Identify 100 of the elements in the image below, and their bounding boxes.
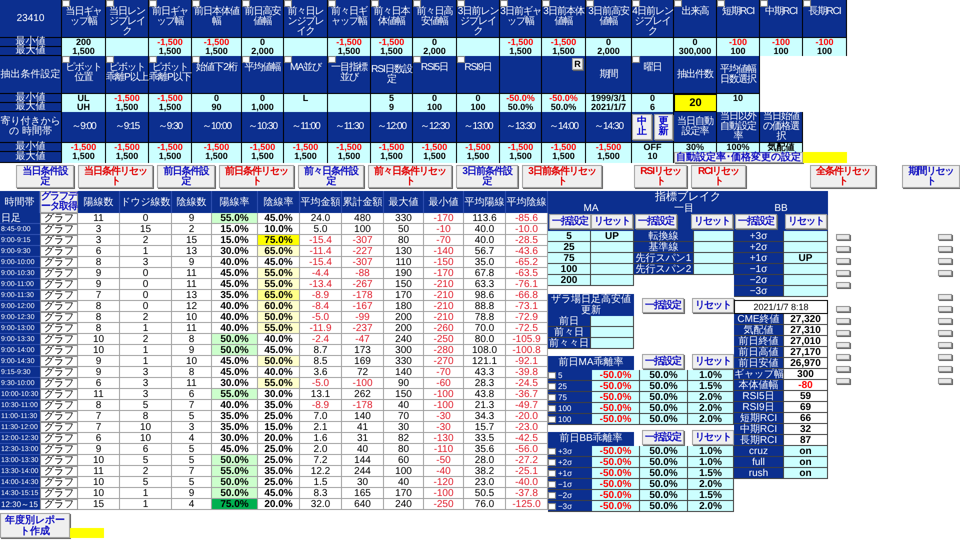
graph-button[interactable]: グラフ — [40, 224, 78, 235]
control-button[interactable]: 中止 — [632, 114, 652, 140]
graph-button[interactable]: グラフ — [40, 367, 78, 378]
checkbox[interactable] — [413, 0, 421, 7]
graph-button[interactable]: グラフ — [40, 466, 78, 477]
condition-button[interactable]: RCIリセット — [691, 165, 746, 188]
small-button[interactable] — [836, 270, 850, 276]
checkbox[interactable] — [149, 56, 157, 63]
checkbox[interactable] — [106, 56, 114, 63]
graph-button[interactable]: グラフ — [40, 334, 78, 345]
small-button[interactable] — [836, 366, 850, 372]
checkbox[interactable] — [548, 404, 556, 412]
small-button[interactable] — [836, 342, 850, 348]
condition-button[interactable]: 前々日条件リセット — [368, 165, 452, 188]
small-button[interactable] — [938, 354, 952, 360]
graph-button[interactable]: グラフ — [40, 422, 78, 433]
checkbox[interactable] — [632, 56, 640, 63]
graph-button[interactable]: グラフ — [40, 323, 78, 334]
small-button[interactable] — [836, 306, 850, 312]
condition-button[interactable]: 当日条件設定 — [16, 165, 74, 188]
checkbox[interactable] — [149, 0, 157, 7]
checkbox[interactable] — [548, 502, 556, 510]
small-button[interactable] — [938, 342, 952, 348]
panel-button[interactable]: リセット — [692, 298, 734, 313]
checkbox[interactable] — [457, 56, 465, 63]
checkbox[interactable] — [632, 0, 640, 7]
small-button[interactable] — [938, 330, 952, 336]
small-button[interactable] — [938, 258, 952, 264]
graph-button[interactable]: グラフ — [40, 268, 78, 279]
checkbox[interactable] — [717, 0, 725, 7]
small-button[interactable] — [938, 306, 952, 312]
panel-button[interactable]: 一括設定 — [642, 354, 684, 369]
graph-button[interactable]: グラフ — [40, 455, 78, 466]
graph-button[interactable]: グラフ — [40, 411, 78, 422]
condition-button[interactable]: 期間リセット — [902, 165, 960, 188]
checkbox[interactable] — [413, 56, 421, 63]
checkbox[interactable] — [328, 0, 336, 7]
small-button[interactable] — [938, 378, 952, 384]
graph-button[interactable]: グラフ — [40, 400, 78, 411]
checkbox[interactable] — [548, 480, 556, 488]
panel-button[interactable]: 一括設定 — [642, 298, 684, 313]
graph-data-button[interactable]: グラフデータ取得 — [40, 191, 78, 213]
graph-button[interactable]: グラフ — [40, 499, 78, 510]
small-button[interactable] — [836, 330, 850, 336]
small-button[interactable] — [938, 246, 952, 252]
checkbox[interactable] — [457, 0, 465, 7]
checkbox[interactable] — [548, 372, 556, 378]
condition-button[interactable]: 全条件リセット — [810, 165, 876, 188]
checkbox[interactable] — [548, 492, 556, 498]
small-button[interactable] — [836, 258, 850, 264]
checkbox[interactable] — [328, 56, 336, 63]
condition-button[interactable]: 前日条件設定 — [156, 165, 215, 188]
small-button[interactable] — [836, 246, 850, 252]
panel-button[interactable]: リセット — [692, 354, 734, 369]
condition-button[interactable]: 3日前条件リセット — [522, 165, 602, 188]
checkbox[interactable] — [284, 0, 292, 7]
graph-button[interactable]: グラフ — [40, 246, 78, 257]
checkbox[interactable] — [371, 0, 379, 7]
checkbox[interactable] — [284, 56, 292, 63]
checkbox[interactable] — [760, 0, 768, 7]
graph-button[interactable]: グラフ — [40, 378, 78, 389]
panel-button[interactable]: リセット — [692, 430, 734, 445]
checkbox[interactable] — [548, 394, 556, 400]
panel-button[interactable]: リセット — [785, 214, 827, 229]
checkbox[interactable] — [803, 0, 811, 7]
graph-button[interactable]: グラフ — [40, 290, 78, 301]
checkbox[interactable] — [548, 448, 556, 454]
condition-button[interactable]: 前々日条件設定 — [298, 165, 364, 188]
graph-button[interactable]: グラフ — [40, 444, 78, 455]
checkbox[interactable] — [542, 0, 550, 7]
graph-button[interactable]: グラフ — [40, 235, 78, 246]
checkbox[interactable] — [192, 0, 200, 7]
checkbox[interactable] — [548, 416, 556, 422]
panel-button[interactable]: 一括設定 — [735, 214, 777, 229]
checkbox[interactable] — [586, 0, 594, 7]
graph-button[interactable]: グラフ — [40, 279, 78, 290]
r-button[interactable]: R — [572, 58, 583, 70]
graph-button[interactable]: グラフ — [40, 301, 78, 312]
small-button[interactable] — [836, 234, 850, 240]
graph-button[interactable]: グラフ — [40, 213, 78, 224]
panel-button[interactable]: リセット — [691, 214, 733, 229]
settings-button[interactable]: 自動設定率･価格変更の設定 — [674, 152, 803, 163]
checkbox[interactable] — [548, 458, 556, 466]
graph-button[interactable]: グラフ — [40, 356, 78, 367]
small-button[interactable] — [836, 282, 850, 288]
panel-button[interactable]: リセット — [591, 214, 633, 229]
panel-button[interactable]: 一括設定 — [549, 214, 591, 229]
panel-button[interactable]: 一括設定 — [635, 214, 677, 229]
condition-button[interactable]: RSIリセット — [634, 165, 688, 188]
condition-button[interactable]: 前日条件リセット — [218, 165, 294, 188]
small-button[interactable] — [836, 354, 850, 360]
graph-button[interactable]: グラフ — [40, 433, 78, 444]
checkbox[interactable] — [548, 470, 556, 476]
graph-button[interactable]: グラフ — [40, 488, 78, 499]
control-button[interactable]: 更新 — [654, 114, 673, 140]
panel-button[interactable]: 一括設定 — [642, 430, 684, 445]
condition-button[interactable]: 3日前条件設定 — [456, 165, 518, 188]
graph-button[interactable]: グラフ — [40, 389, 78, 400]
graph-button[interactable]: グラフ — [40, 312, 78, 323]
checkbox[interactable] — [242, 0, 250, 7]
